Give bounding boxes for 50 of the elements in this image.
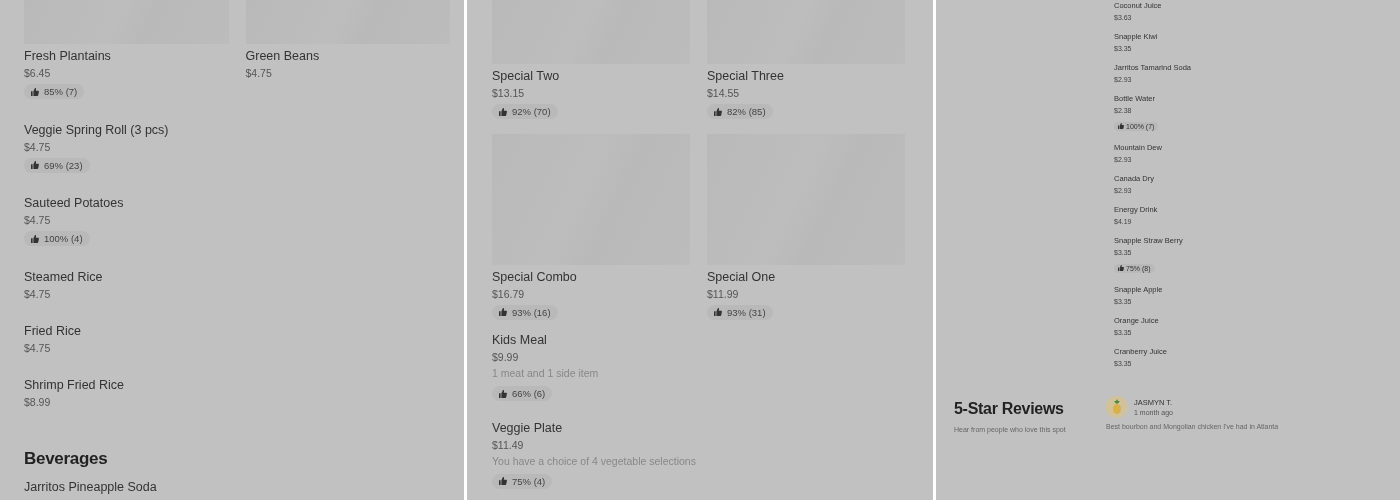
- item-price: $4.75: [24, 286, 52, 301]
- item-price: $4.75: [245, 66, 273, 80]
- item-name[interactable]: Green Beans: [245, 48, 450, 65]
- item-name[interactable]: Special Three: [707, 68, 905, 85]
- thumbs-up-icon: [499, 389, 507, 398]
- thumbs-up-icon: [31, 234, 39, 243]
- item-price: $11.99: [707, 286, 740, 301]
- item-name[interactable]: Veggie Plate: [492, 419, 905, 437]
- rating-text: 82% (85): [727, 106, 766, 117]
- item-price: $13.15: [492, 86, 526, 100]
- item-name[interactable]: Special Two: [492, 68, 690, 85]
- rating-text: 100% (4): [44, 233, 83, 244]
- item-name[interactable]: Veggie Spring Roll (3 pcs): [24, 121, 450, 139]
- thumbs-up-icon: [499, 308, 507, 316]
- item-name[interactable]: Special One: [707, 268, 905, 286]
- item-name[interactable]: Special Combo: [492, 268, 690, 286]
- item-price: $9.99: [492, 350, 520, 364]
- rating-text: 69% (23): [44, 159, 83, 171]
- rating-text: 93% (16): [512, 306, 551, 318]
- rating-text: 93% (31): [727, 306, 766, 318]
- thumbs-up-icon: [714, 107, 722, 116]
- item-price: $11.49: [492, 437, 525, 452]
- section-heading: Beverages: [24, 448, 109, 469]
- item-price: $4.75: [24, 139, 52, 154]
- item-name[interactable]: Jarritos Pineapple Soda: [24, 478, 450, 496]
- item-name[interactable]: Sauteed Potatoes: [24, 195, 450, 212]
- thumbs-up-icon: [1118, 123, 1124, 129]
- item-name[interactable]: Kids Meal: [492, 332, 905, 349]
- item-name[interactable]: Shrimp Fried Rice: [24, 376, 450, 394]
- rating-text: 66% (6): [512, 388, 546, 399]
- thumbs-up-icon: [499, 477, 507, 485]
- rating-text: 85% (7): [44, 86, 78, 97]
- thumbs-up-icon: [499, 107, 507, 116]
- item-price: $14.55: [707, 86, 741, 100]
- item-name[interactable]: Fresh Plantains: [24, 48, 229, 65]
- item-price: $6.45: [24, 66, 52, 80]
- pineapple-avatar-icon: [1106, 396, 1128, 418]
- item-name[interactable]: Steamed Rice: [24, 268, 450, 286]
- thumbs-up-icon: [714, 308, 722, 316]
- reviews-heading: 5-Star Reviews: [954, 400, 1065, 418]
- item-price: $4.75: [24, 340, 52, 355]
- item-price: $8.99: [24, 394, 52, 409]
- thumbs-up-icon: [31, 87, 39, 96]
- item-price: $16.79: [492, 286, 526, 301]
- rating-text: 75% (4): [512, 475, 546, 487]
- rating-text: 92% (70): [512, 106, 551, 117]
- thumbs-up-icon: [1118, 265, 1124, 271]
- item-price: $4.75: [24, 213, 52, 227]
- item-name[interactable]: Fried Rice: [24, 322, 450, 340]
- thumbs-up-icon: [31, 161, 39, 169]
